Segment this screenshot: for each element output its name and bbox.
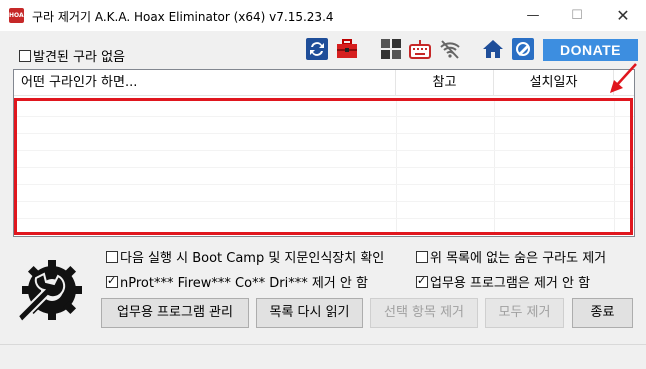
column-header-install-date[interactable]: 설치일자	[494, 70, 614, 95]
column-header-note[interactable]: 참고	[396, 70, 494, 95]
hide-found-checkbox[interactable]	[19, 50, 31, 62]
donate-button[interactable]: DONATE	[543, 39, 638, 61]
list-header: 어떤 구라인가 하면... 참고 설치일자	[14, 70, 634, 96]
grid-row-line	[14, 116, 634, 117]
boot-camp-checkbox[interactable]	[106, 251, 118, 263]
hidden-items-checkbox[interactable]	[416, 251, 428, 263]
remove-selected-button[interactable]: 선택 항목 제거	[370, 298, 478, 328]
maximize-button[interactable]: ☐	[554, 0, 600, 31]
app-logo-icon: HOAX	[9, 8, 28, 23]
annotation-arrow-icon	[610, 63, 637, 93]
manage-business-button[interactable]: 업무용 프로그램 관리	[101, 298, 249, 328]
title-bar[interactable]: HOAX 구라 제거기 A.K.A. Hoax Eliminator (x64)…	[0, 0, 646, 31]
status-bar	[0, 344, 646, 369]
hidden-items-label: 위 목록에 없는 숨은 구라도 제거	[430, 251, 607, 266]
hoax-list[interactable]: 어떤 구라인가 하면... 참고 설치일자	[13, 69, 635, 237]
grid-row-line	[14, 167, 634, 168]
column-header-description[interactable]: 어떤 구라인가 하면...	[14, 70, 396, 95]
list-body[interactable]	[14, 99, 634, 234]
exit-button[interactable]: 종료	[572, 298, 633, 328]
windows-icon[interactable]	[380, 38, 402, 60]
home-icon[interactable]	[482, 38, 504, 60]
gear-wrench-icon	[16, 260, 82, 324]
nprotect-checkbox[interactable]	[106, 274, 118, 288]
hide-found-label: 발견된 구라 없음	[33, 50, 125, 65]
grid-row-line	[14, 218, 634, 219]
grid-row-line	[14, 201, 634, 202]
nprotect-label: nProt*** Firew*** Co** Dri*** 제거 안 함	[120, 276, 368, 291]
window-title: 구라 제거기 A.K.A. Hoax Eliminator (x64) v7.1…	[32, 10, 334, 24]
close-button[interactable]: ✕	[600, 0, 646, 31]
business-checkbox[interactable]	[416, 274, 428, 288]
wifi-off-icon[interactable]	[439, 38, 461, 60]
boot-camp-label: 다음 실행 시 Boot Camp 및 지문인식장치 확인	[120, 251, 385, 266]
remove-all-button[interactable]: 모두 제거	[485, 298, 564, 328]
minimize-button[interactable]: —	[510, 0, 556, 31]
grid-row-line	[14, 184, 634, 185]
keyboard-icon[interactable]	[409, 38, 431, 60]
toolbox-icon[interactable]	[336, 38, 358, 60]
business-label: 업무용 프로그램은 제거 안 함	[430, 276, 591, 291]
refresh-icon[interactable]	[306, 38, 328, 60]
grid-row-line	[14, 150, 634, 151]
reload-list-button[interactable]: 목록 다시 읽기	[256, 298, 363, 328]
grid-row-line	[14, 133, 634, 134]
settings-icon[interactable]	[512, 38, 534, 60]
